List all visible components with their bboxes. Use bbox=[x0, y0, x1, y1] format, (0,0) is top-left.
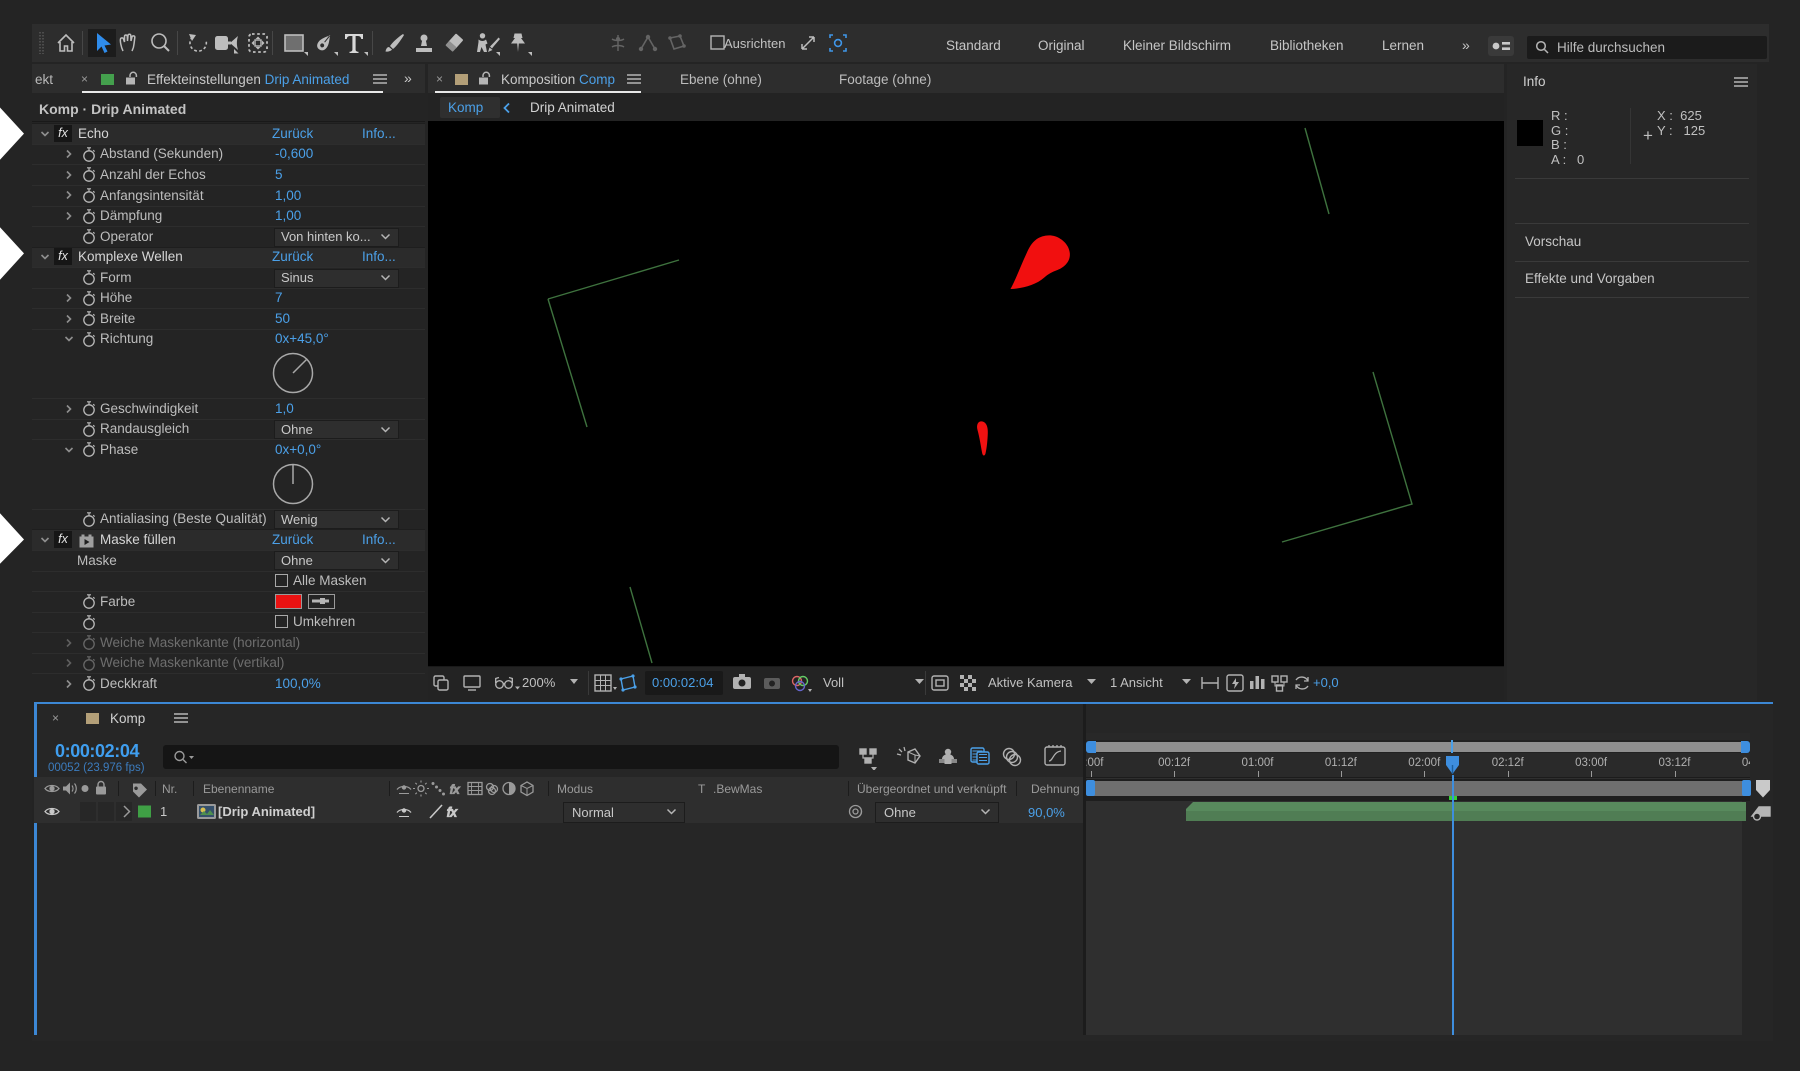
svg-text:fx: fx bbox=[447, 806, 457, 820]
svg-text:fx: fx bbox=[450, 783, 460, 797]
